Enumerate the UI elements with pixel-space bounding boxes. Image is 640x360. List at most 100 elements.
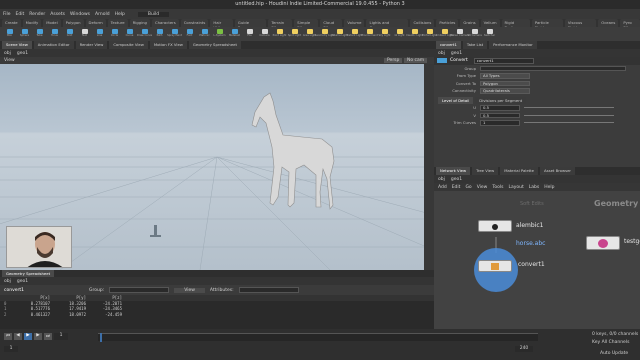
menu-windows[interactable]: Windows bbox=[70, 12, 90, 17]
tool-file-button[interactable]: File bbox=[243, 28, 256, 40]
tab-level-of-detail[interactable]: Level of Detail bbox=[438, 96, 474, 104]
tool-environment-button[interactable]: Environment bbox=[361, 28, 378, 40]
tab-render-view[interactable]: Render View bbox=[75, 41, 108, 49]
shelf-tab-viscous-fluids[interactable]: Viscous Fluids bbox=[564, 19, 597, 30]
convert-to-select[interactable]: Polygon bbox=[480, 80, 530, 86]
auto-update-menu[interactable]: Auto Update bbox=[600, 351, 628, 356]
v-field[interactable]: 0.5 bbox=[480, 112, 520, 118]
net-path-obj[interactable]: obj bbox=[438, 177, 445, 182]
tool-draw-curve-button[interactable]: Draw Curve bbox=[137, 28, 152, 40]
tool-point-light-button[interactable]: Point Light bbox=[273, 28, 286, 40]
from-type-select[interactable]: All Types bbox=[480, 73, 530, 79]
table-row[interactable]: 2 0.461327 18.0972 -24.459 bbox=[0, 312, 434, 318]
shelf-tab-create[interactable]: Create bbox=[2, 19, 21, 27]
node-testgeometry[interactable] bbox=[586, 236, 620, 250]
menu-file[interactable]: File bbox=[3, 12, 11, 17]
u-field[interactable]: 0.5 bbox=[480, 105, 520, 111]
shelf-tab-deform[interactable]: Deform bbox=[85, 19, 106, 27]
network-menu-help[interactable]: Help bbox=[544, 185, 554, 190]
menu-help[interactable]: Help bbox=[115, 12, 125, 17]
shelf-tab-cloud-fx[interactable]: Cloud FX bbox=[320, 19, 343, 30]
tool-line-button[interactable]: Line bbox=[93, 28, 106, 40]
camera-menu[interactable]: No cam bbox=[404, 58, 428, 63]
shelf-tab-polygon[interactable]: Polygon bbox=[62, 19, 84, 27]
v-slider[interactable] bbox=[524, 114, 614, 116]
end-frame-field[interactable]: 240 bbox=[515, 346, 533, 352]
shelf-tab-characters[interactable]: Characters bbox=[151, 19, 179, 27]
tool-spray-paint-button[interactable]: Spray Paint bbox=[167, 28, 182, 40]
node-convert1[interactable] bbox=[478, 260, 512, 272]
shelf-tab-oceans[interactable]: Oceans bbox=[598, 19, 619, 27]
tool-portal-light-button[interactable]: Portal Light bbox=[422, 28, 437, 40]
network-menu-layout[interactable]: Layout bbox=[508, 185, 523, 190]
last-frame-button[interactable]: ⏭ bbox=[44, 333, 52, 340]
tool-sky-light-button[interactable]: Sky Light bbox=[378, 28, 391, 40]
tool-torus-button[interactable]: Torus bbox=[48, 28, 61, 40]
tool-tube-button[interactable]: Tube bbox=[33, 28, 46, 40]
timeline-slider[interactable] bbox=[98, 333, 538, 342]
tool-l-system-button[interactable]: L-System bbox=[213, 28, 226, 40]
viewer-display-toolbar[interactable] bbox=[424, 64, 434, 270]
path-obj[interactable]: obj bbox=[4, 51, 11, 56]
shelf-tab-vellum[interactable]: Vellum bbox=[480, 19, 500, 27]
tool-metaball-button[interactable]: Metaball bbox=[228, 28, 241, 40]
trim-field[interactable]: 1 bbox=[480, 120, 520, 126]
node-alembic1[interactable] bbox=[478, 220, 512, 232]
tab-scene-view[interactable]: Scene View bbox=[2, 41, 32, 49]
shelf-tab-lights-and-cameras[interactable]: Lights and Cameras bbox=[366, 19, 409, 30]
view-menu[interactable]: View bbox=[174, 287, 205, 293]
tool-platonic-button[interactable]: Platonic bbox=[198, 28, 211, 40]
network-menu-view[interactable]: View bbox=[477, 185, 488, 190]
play-button[interactable]: ▶ bbox=[24, 333, 32, 340]
tool-switcher-button[interactable]: Switcher bbox=[483, 28, 496, 40]
tool-gi-light-button[interactable]: GI Light bbox=[393, 28, 406, 40]
trim-slider[interactable] bbox=[524, 122, 614, 124]
tab-tree-view[interactable]: Tree View bbox=[472, 167, 499, 175]
tool-sphere-button[interactable]: Sphere bbox=[18, 28, 31, 40]
tab-material-palette[interactable]: Material Palette bbox=[500, 167, 539, 175]
tab-animation-editor[interactable]: Animation Editor bbox=[33, 41, 74, 49]
tab-geometry-spreadsheet[interactable]: Geometry Spreadsheet bbox=[2, 270, 55, 277]
tool-grid-button[interactable]: Grid bbox=[63, 28, 76, 40]
tool-volume-light-button[interactable]: Volume Light bbox=[331, 28, 348, 40]
tool-geometry-light-button[interactable]: Geometry Light bbox=[314, 28, 335, 40]
tool-spot-light-button[interactable]: Spot Light bbox=[288, 28, 301, 40]
path-node[interactable]: geo1 bbox=[17, 51, 28, 56]
sheet-path-obj[interactable]: obj bbox=[4, 279, 11, 284]
shelf-tab-collisions[interactable]: Collisions bbox=[410, 19, 435, 27]
first-frame-button[interactable]: ⏮ bbox=[4, 333, 12, 340]
tab-geometry-spreadsheet[interactable]: Geometry Spreadsheet bbox=[188, 41, 241, 49]
menu-arnold[interactable]: Arnold bbox=[95, 12, 110, 17]
tool-vr-camera-button[interactable]: VR Camera bbox=[467, 28, 482, 40]
tool-curve-button[interactable]: Curve bbox=[123, 28, 136, 40]
next-frame-button[interactable]: ▶ bbox=[34, 333, 42, 340]
tab-performance-monitor[interactable]: Performance Monitor bbox=[489, 41, 537, 49]
menu-assets[interactable]: Assets bbox=[50, 12, 65, 17]
tool-null-button[interactable]: Null bbox=[78, 28, 91, 40]
shelf-tab-guide-process[interactable]: Guide Process bbox=[234, 19, 267, 30]
start-frame-field[interactable]: 1 bbox=[4, 346, 18, 352]
tab-take-list[interactable]: Take List bbox=[462, 41, 488, 49]
tab-network-view[interactable]: Network View bbox=[436, 167, 471, 175]
param-path-obj[interactable]: obj bbox=[438, 51, 445, 56]
sheet-path-node[interactable]: geo1 bbox=[17, 279, 28, 284]
net-path-node[interactable]: geo1 bbox=[451, 177, 462, 182]
tab-asset-browser[interactable]: Asset Browser bbox=[540, 167, 575, 175]
timeline-cursor[interactable] bbox=[100, 333, 102, 342]
network-menu-labs[interactable]: Labs bbox=[529, 185, 539, 190]
shelf-tab-particle-fluids[interactable]: Particle Fluids bbox=[531, 19, 563, 30]
tool-caustic-light-button[interactable]: Caustic Light bbox=[406, 28, 423, 40]
shelf-tab-grains[interactable]: Grains bbox=[460, 19, 479, 27]
network-menu-add[interactable]: Add bbox=[438, 185, 447, 190]
network-menu-go[interactable]: Go bbox=[465, 185, 471, 190]
shelf-tab-modify[interactable]: Modify bbox=[22, 19, 42, 27]
tool-box-button[interactable]: Box bbox=[3, 28, 16, 40]
frame-field[interactable]: 1 bbox=[54, 333, 68, 340]
shelf-tab-simple-fx[interactable]: Simple FX bbox=[294, 19, 319, 30]
tab-motion-fx-view[interactable]: Motion FX View bbox=[149, 41, 187, 49]
menu-edit[interactable]: Edit bbox=[16, 12, 25, 17]
tool-camera-button[interactable]: Camera bbox=[258, 28, 271, 40]
shelf-tab-volume[interactable]: Volume bbox=[344, 19, 365, 27]
group-input[interactable] bbox=[480, 65, 626, 71]
shelf-tab-rigid-bodies[interactable]: Rigid Bodies bbox=[501, 19, 530, 30]
